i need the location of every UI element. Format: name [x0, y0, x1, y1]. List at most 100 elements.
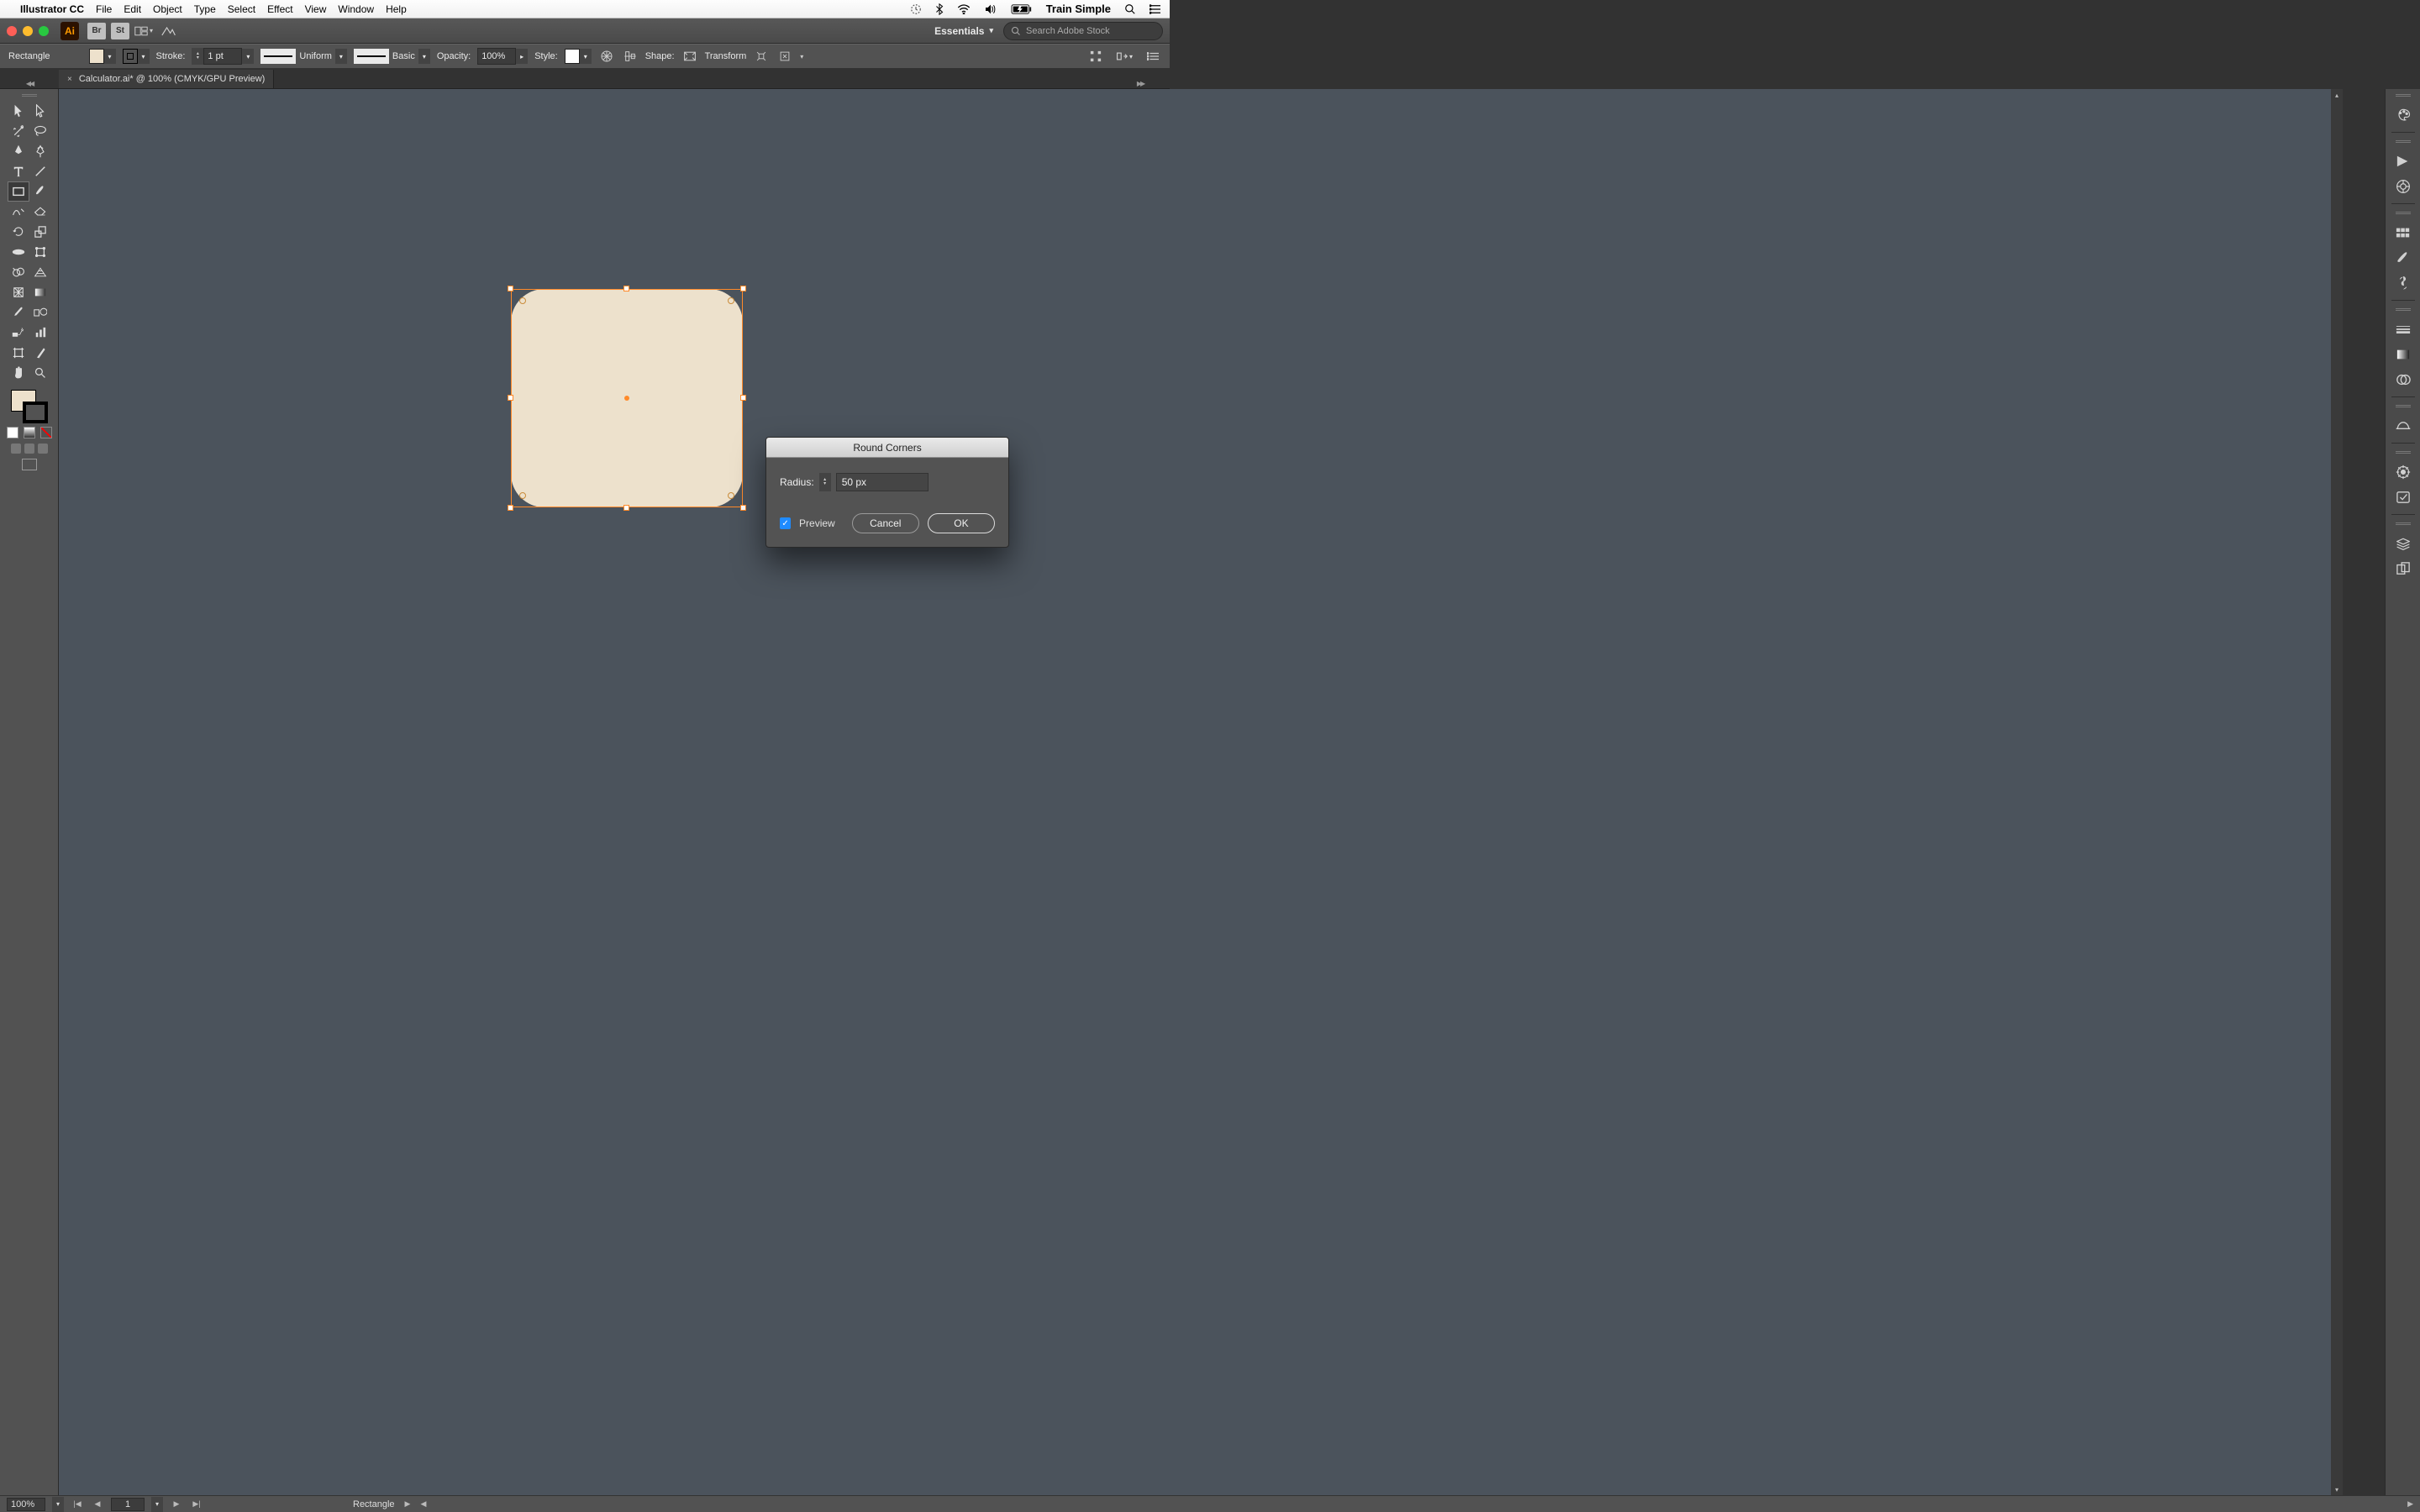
menu-edit[interactable]: Edit: [124, 3, 141, 15]
corner-widget-icon[interactable]: [728, 297, 734, 304]
right-panel-collapse-grip[interactable]: ▶▶: [1111, 78, 1170, 88]
scroll-up-icon[interactable]: ▴: [2331, 89, 2343, 101]
line-tool[interactable]: [29, 161, 51, 181]
lasso-tool[interactable]: [29, 121, 51, 141]
draw-inside-icon[interactable]: [38, 444, 48, 454]
snap-to-pixel-icon[interactable]: [1087, 48, 1104, 65]
edit-contents-icon[interactable]: [776, 48, 793, 65]
scroll-down-icon[interactable]: ▾: [2331, 1483, 2343, 1495]
last-artboard-button[interactable]: ▶|: [190, 1499, 203, 1510]
scale-tool[interactable]: [29, 222, 51, 242]
menu-extras-icon[interactable]: [1150, 4, 1161, 14]
volume-icon[interactable]: [984, 4, 997, 14]
status-play-icon[interactable]: ▶: [405, 1499, 411, 1509]
artboard-viewport[interactable]: [116, 89, 1091, 1495]
appearance-panel-icon[interactable]: [2391, 461, 2416, 483]
brushes-panel-icon[interactable]: [2391, 247, 2416, 269]
selected-shape[interactable]: [511, 289, 743, 507]
screen-mode-icon[interactable]: [22, 459, 37, 470]
color-panel-icon[interactable]: [2391, 104, 2416, 126]
tab-close-icon[interactable]: ×: [67, 75, 72, 84]
direct-selection-tool[interactable]: [29, 101, 51, 121]
next-artboard-button[interactable]: ▶: [170, 1499, 183, 1510]
app-name-menu[interactable]: Illustrator CC: [20, 3, 84, 15]
hand-tool[interactable]: [8, 363, 29, 383]
search-stock-field[interactable]: Search Adobe Stock: [1003, 22, 1163, 40]
resize-handle[interactable]: [508, 286, 513, 291]
zoom-field[interactable]: 100%: [7, 1498, 45, 1511]
blend-tool[interactable]: [29, 302, 51, 323]
stroke-color-icon[interactable]: [23, 402, 48, 423]
panel-grip-icon[interactable]: [2395, 94, 2412, 99]
column-graph-tool[interactable]: [29, 323, 51, 343]
left-panel-collapse-grip[interactable]: ◀◀: [0, 78, 59, 88]
menu-select[interactable]: Select: [228, 3, 255, 15]
resize-handle[interactable]: [623, 505, 629, 511]
resize-handle[interactable]: [508, 395, 513, 401]
cancel-button[interactable]: Cancel: [852, 513, 919, 533]
corner-widget-icon[interactable]: [519, 297, 526, 304]
ok-button[interactable]: OK: [928, 513, 995, 533]
align-panel-icon[interactable]: [622, 48, 639, 65]
status-history-icon[interactable]: [910, 3, 922, 15]
resize-handle[interactable]: [740, 395, 746, 401]
swatches-panel-icon[interactable]: [2391, 222, 2416, 244]
draw-behind-icon[interactable]: [24, 444, 34, 454]
artboard-number-field[interactable]: 1: [111, 1498, 145, 1511]
first-artboard-button[interactable]: |◀: [71, 1499, 84, 1510]
shape-properties-icon[interactable]: [681, 48, 698, 65]
window-close-icon[interactable]: [7, 26, 17, 36]
gradient-panel-icon[interactable]: [2391, 344, 2416, 365]
panel-grip-icon[interactable]: [21, 94, 38, 99]
resize-handle[interactable]: [623, 286, 629, 291]
status-scroll-left-icon[interactable]: ◀: [420, 1499, 426, 1509]
resize-handle[interactable]: [508, 505, 513, 511]
type-tool[interactable]: [8, 161, 29, 181]
stroke-weight-field[interactable]: ▴▾ 1 pt ▾: [192, 48, 254, 65]
corner-widget-icon[interactable]: [728, 492, 734, 499]
arrange-documents-icon[interactable]: ▾: [134, 22, 153, 40]
none-mode-icon[interactable]: [40, 427, 52, 438]
zoom-dropdown-icon[interactable]: ▾: [52, 1497, 64, 1512]
resize-handle[interactable]: [740, 286, 746, 291]
stroke-panel-icon[interactable]: [2391, 318, 2416, 340]
magic-wand-tool[interactable]: [8, 121, 29, 141]
corner-widget-icon[interactable]: [519, 492, 526, 499]
bridge-button[interactable]: Br: [87, 23, 106, 39]
gradient-tool[interactable]: [29, 282, 51, 302]
gradient-mode-icon[interactable]: [24, 427, 35, 438]
brush-definition[interactable]: Basic ▾: [354, 49, 430, 64]
fill-stroke-indicator[interactable]: [11, 390, 48, 423]
panel-grip-icon[interactable]: [2395, 405, 2412, 410]
spotlight-icon[interactable]: [1124, 3, 1136, 15]
window-zoom-icon[interactable]: [39, 26, 49, 36]
resize-handle[interactable]: [740, 505, 746, 511]
menu-view[interactable]: View: [305, 3, 327, 15]
menu-effect[interactable]: Effect: [267, 3, 292, 15]
mesh-tool[interactable]: [8, 282, 29, 302]
zoom-tool[interactable]: [29, 363, 51, 383]
draw-normal-icon[interactable]: [11, 444, 21, 454]
eraser-tool[interactable]: [29, 202, 51, 222]
panel-grip-icon[interactable]: [2395, 140, 2412, 145]
stroke-swatch[interactable]: ▾: [123, 49, 150, 64]
recolor-artwork-icon[interactable]: [598, 48, 615, 65]
radius-input[interactable]: 50 px: [836, 473, 929, 491]
vertical-scrollbar[interactable]: ▴ ▾: [2331, 89, 2343, 1495]
rotate-tool[interactable]: [8, 222, 29, 242]
panel-grip-icon[interactable]: [2395, 212, 2412, 217]
width-tool[interactable]: [8, 242, 29, 262]
panel-grip-icon[interactable]: [2395, 451, 2412, 456]
gpu-preview-icon[interactable]: [160, 22, 178, 40]
eyedropper-tool[interactable]: [8, 302, 29, 323]
battery-icon[interactable]: [1011, 4, 1033, 14]
curvature-tool[interactable]: [29, 141, 51, 161]
account-name[interactable]: Train Simple: [1046, 3, 1111, 15]
layers-panel-icon[interactable]: [2391, 533, 2416, 554]
panel-grip-icon[interactable]: [2395, 522, 2412, 528]
window-minimize-icon[interactable]: [23, 26, 33, 36]
prev-artboard-button[interactable]: ◀: [91, 1499, 104, 1510]
graphic-style-swatch[interactable]: ▾: [565, 49, 592, 64]
artboards-panel-icon[interactable]: [2391, 558, 2416, 580]
dialog-title[interactable]: Round Corners: [766, 438, 1008, 458]
